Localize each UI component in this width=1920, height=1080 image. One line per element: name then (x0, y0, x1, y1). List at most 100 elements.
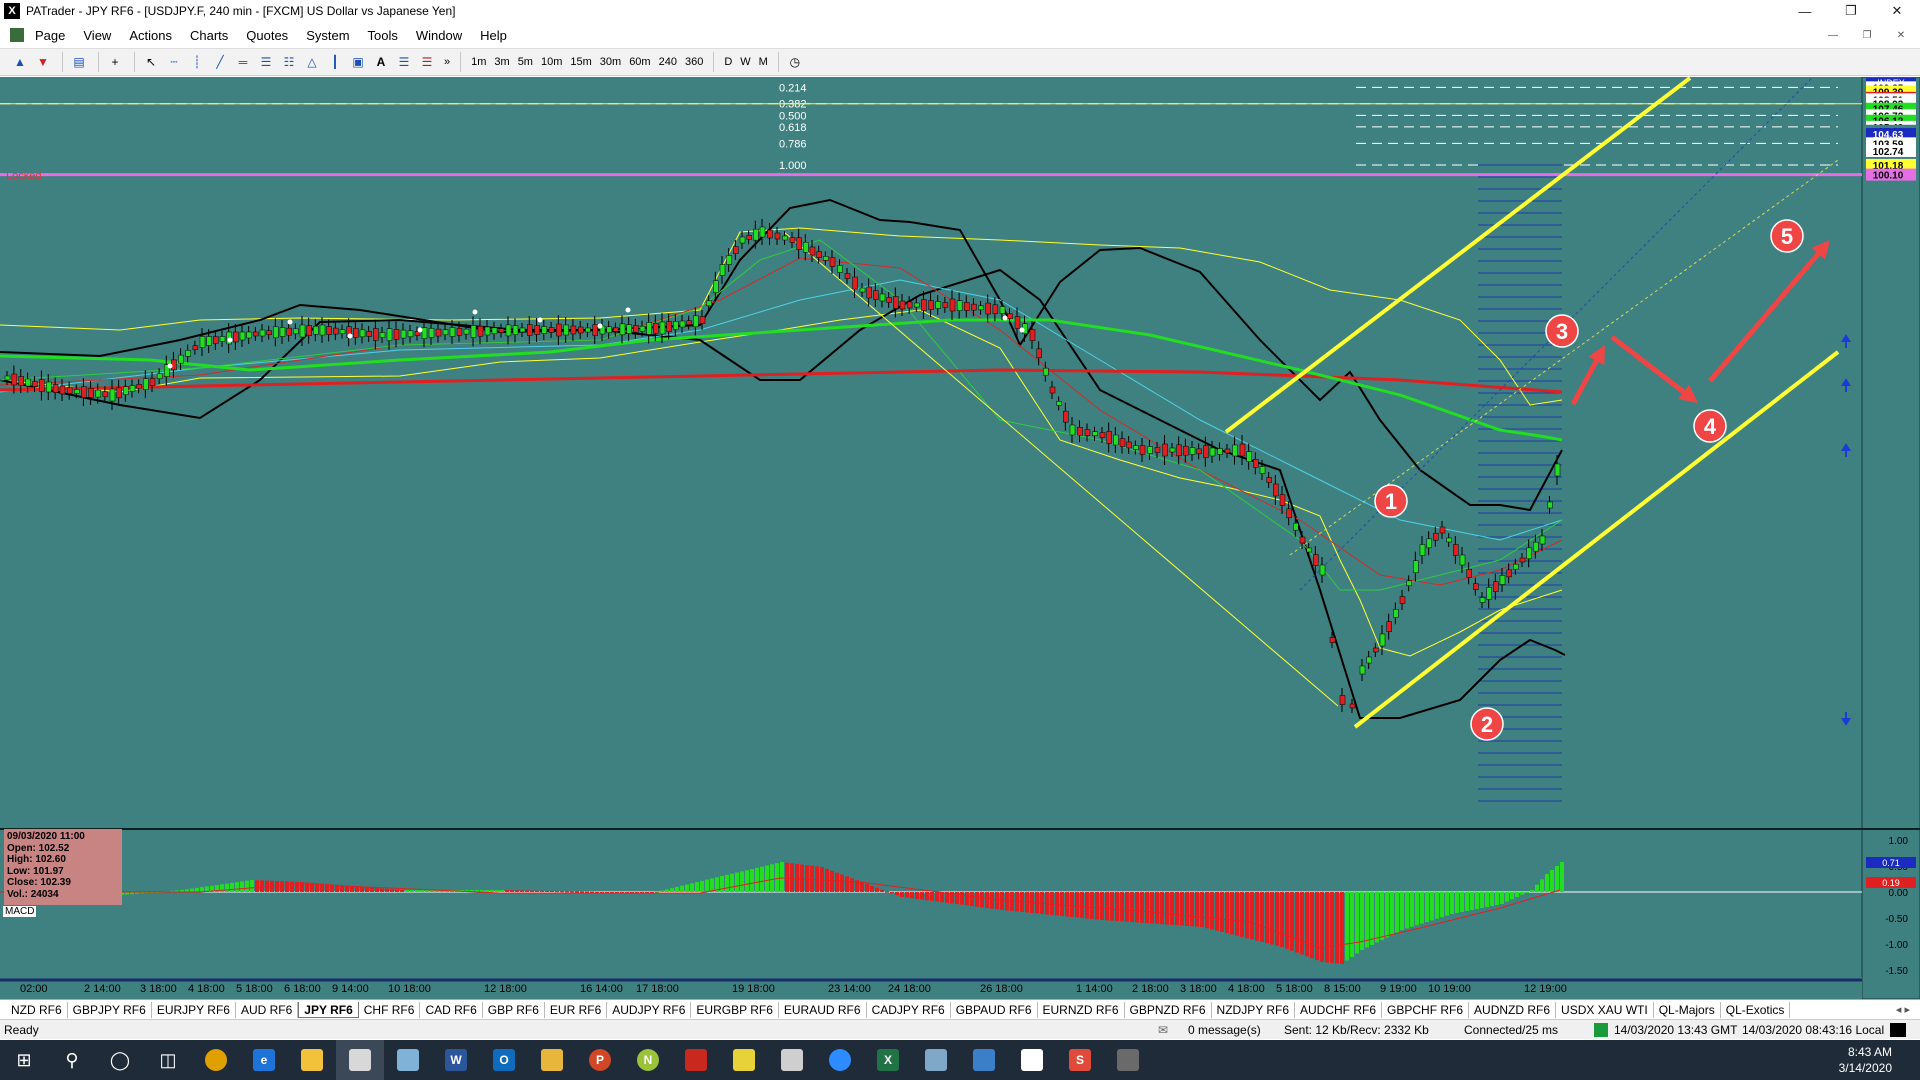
snagit-icon[interactable]: S (1056, 1040, 1104, 1080)
mail-icon[interactable]: ✉ (1158, 1022, 1168, 1038)
taskbar-clock[interactable]: 8:43 AM 3/14/2020 (1839, 1044, 1892, 1076)
timeframe-3m[interactable]: 3m (490, 52, 513, 72)
zoom-icon[interactable] (816, 1040, 864, 1080)
timeframe-5m[interactable]: 5m (514, 52, 537, 72)
symbol-tab-gbpjpy-rf6[interactable]: GBPJPY RF6 (68, 1001, 152, 1018)
sticky-notes-icon[interactable] (528, 1040, 576, 1080)
period-daily[interactable]: D (720, 52, 736, 72)
symbol-tab-audjpy-rf6[interactable]: AUDJPY RF6 (607, 1001, 692, 1018)
symbol-tab-jpy-rf6[interactable]: JPY RF6 (298, 1001, 359, 1018)
photos-icon[interactable] (912, 1040, 960, 1080)
status-messages[interactable]: 0 message(s) (1188, 1022, 1261, 1038)
symbol-tab-aud-rf6[interactable]: AUD RF6 (236, 1001, 299, 1018)
menu-actions[interactable]: Actions (120, 28, 181, 43)
chart-icon[interactable]: ▤ (69, 52, 89, 72)
symbol-tab-gbpaud-rf6[interactable]: GBPAUD RF6 (951, 1001, 1038, 1018)
symbol-tab-chf-rf6[interactable]: CHF RF6 (359, 1001, 421, 1018)
symbol-tab-usdx-xau-wti[interactable]: USDX XAU WTI (1556, 1001, 1654, 1018)
excel-icon[interactable]: X (864, 1040, 912, 1080)
period-weekly[interactable]: W (736, 52, 754, 72)
buy-icon[interactable]: ▲ (10, 52, 30, 72)
timeframe-10m[interactable]: 10m (537, 52, 566, 72)
symbol-tab-eurgbp-rf6[interactable]: EURGBP RF6 (691, 1001, 779, 1018)
delete-objects-icon[interactable]: ☰ (417, 52, 437, 72)
restore-button[interactable]: ❐ (1828, 0, 1874, 22)
symbol-tab-eurnzd-rf6[interactable]: EURNZD RF6 (1038, 1001, 1125, 1018)
sell-icon[interactable]: ▼ (33, 52, 53, 72)
minimize-button[interactable]: — (1782, 0, 1828, 22)
chrome-icon[interactable] (192, 1040, 240, 1080)
symbol-tab-cadjpy-rf6[interactable]: CADJPY RF6 (867, 1001, 951, 1018)
symbol-tab-eur-rf6[interactable]: EUR RF6 (545, 1001, 608, 1018)
word-icon[interactable]: W (432, 1040, 480, 1080)
symbol-tab-audnzd-rf6[interactable]: AUDNZD RF6 (1469, 1001, 1557, 1018)
task-view-icon[interactable]: ◫ (144, 1040, 192, 1080)
symbol-tab-nzdjpy-rf6[interactable]: NZDJPY RF6 (1212, 1001, 1295, 1018)
menu-system[interactable]: System (297, 28, 358, 43)
timeframe-60m[interactable]: 60m (625, 52, 654, 72)
menu-page[interactable]: Page (26, 28, 74, 43)
tab-scroll-arrows-icon[interactable]: ◂ ▸ (1896, 1003, 1910, 1016)
close-button[interactable]: ✕ (1874, 0, 1920, 22)
mdi-minimize-button[interactable]: — (1818, 24, 1848, 46)
file-explorer-icon[interactable] (288, 1040, 336, 1080)
notes-app-icon[interactable] (720, 1040, 768, 1080)
powerpoint-icon[interactable]: P (576, 1040, 624, 1080)
horizontal-line-icon[interactable]: ┄ (164, 52, 184, 72)
cortana-icon[interactable]: ◯ (96, 1040, 144, 1080)
app-icon-extra[interactable] (1104, 1040, 1152, 1080)
mdi-restore-button[interactable]: ❐ (1852, 24, 1882, 46)
windows-start-icon[interactable]: ⊞ (0, 1040, 48, 1080)
calculator-icon[interactable] (768, 1040, 816, 1080)
price-chart[interactable]: INDEX-0.2700.2140.3820.5000.6180.7861.00… (0, 77, 1920, 999)
timeframe-1m[interactable]: 1m (467, 52, 490, 72)
clock-icon[interactable]: ◷ (785, 52, 805, 72)
timeframe-15m[interactable]: 15m (566, 52, 595, 72)
search-icon[interactable]: ⚲ (48, 1040, 96, 1080)
symbol-tab-ql-majors[interactable]: QL-Majors (1654, 1001, 1721, 1018)
document-icon[interactable] (1008, 1040, 1056, 1080)
rectangle-icon[interactable]: ▣ (348, 52, 368, 72)
symbol-tab-gbpchf-rf6[interactable]: GBPCHF RF6 (1382, 1001, 1470, 1018)
edge-icon[interactable]: e (240, 1040, 288, 1080)
gann-fan-icon[interactable]: △ (302, 52, 322, 72)
cycle-lines-icon[interactable]: ┃ (325, 52, 345, 72)
crosshair-icon[interactable]: + (105, 52, 125, 72)
menu-window[interactable]: Window (407, 28, 471, 43)
patrader-icon[interactable] (336, 1040, 384, 1080)
outlook-icon[interactable]: O (480, 1040, 528, 1080)
mdi-close-button[interactable]: ✕ (1886, 24, 1916, 46)
timeframe-240[interactable]: 240 (655, 52, 681, 72)
symbol-tab-euraud-rf6[interactable]: EURAUD RF6 (779, 1001, 867, 1018)
mail-app-icon[interactable] (960, 1040, 1008, 1080)
fib-extension-icon[interactable]: ☷ (279, 52, 299, 72)
levels-icon[interactable]: ☰ (394, 52, 414, 72)
menu-quotes[interactable]: Quotes (237, 28, 297, 43)
symbol-tab-cad-rf6[interactable]: CAD RF6 (420, 1001, 483, 1018)
channel-icon[interactable]: ═ (233, 52, 253, 72)
symbol-tab-gbp-rf6[interactable]: GBP RF6 (483, 1001, 545, 1018)
symbol-tab-eurjpy-rf6[interactable]: EURJPY RF6 (152, 1001, 236, 1018)
red-app-icon[interactable] (672, 1040, 720, 1080)
trading-app-icon[interactable]: N (624, 1040, 672, 1080)
menu-tools[interactable]: Tools (359, 28, 407, 43)
symbol-tab-audchf-rf6[interactable]: AUDCHF RF6 (1295, 1001, 1383, 1018)
symbol-tab-ql-exotics[interactable]: QL-Exotics (1721, 1001, 1791, 1018)
chart-area[interactable]: INDEX-0.2700.2140.3820.5000.6180.7861.00… (0, 77, 1920, 999)
timeframe-360[interactable]: 360 (681, 52, 707, 72)
notepad-icon[interactable] (384, 1040, 432, 1080)
symbol-tab-gbpnzd-rf6[interactable]: GBPNZD RF6 (1125, 1001, 1212, 1018)
menu-view[interactable]: View (74, 28, 120, 43)
symbol-tab-nzd-rf6[interactable]: NZD RF6 (6, 1001, 68, 1018)
text-icon[interactable]: A (371, 52, 391, 72)
toolbar-overflow[interactable]: » (440, 52, 454, 72)
vertical-line-icon[interactable]: ┊ (187, 52, 207, 72)
menu-help[interactable]: Help (471, 28, 516, 43)
period-monthly[interactable]: M (755, 52, 772, 72)
trendline-icon[interactable]: ╱ (210, 52, 230, 72)
resize-grip-icon[interactable] (1890, 1023, 1906, 1037)
timeframe-30m[interactable]: 30m (596, 52, 625, 72)
fibonacci-icon[interactable]: ☰ (256, 52, 276, 72)
menu-charts[interactable]: Charts (181, 28, 237, 43)
cursor-icon[interactable]: ↖ (141, 52, 161, 72)
